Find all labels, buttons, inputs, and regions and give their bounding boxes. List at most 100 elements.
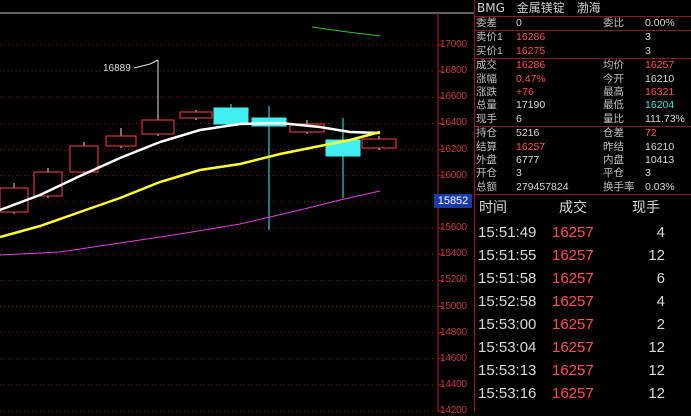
trade-price: 16257: [552, 224, 594, 242]
candle-body: [141, 119, 175, 135]
candle-body: [213, 107, 249, 125]
quote-row: 外盘 6777 内盘 10413: [475, 154, 691, 167]
quote-label: 结算: [476, 140, 497, 153]
quote-value-2: 3: [645, 31, 651, 44]
trade-row[interactable]: 15:52:58 16257 4: [475, 290, 691, 313]
y-tick-label: 15000: [440, 300, 467, 312]
quote-group-bid-ask: 卖价1 16286 3 买价1 16275 3: [475, 30, 691, 58]
quote-label: 涨跌: [476, 85, 497, 98]
quote-label-2: 最高: [603, 85, 624, 98]
candlestick-chart[interactable]: 1700016800166001640016200160001580015600…: [0, 0, 474, 416]
trade-time: 15:52:58: [478, 293, 537, 311]
quote-panel: BMG 金属镁锭 渤海 委差 0 委比 0.00% 卖价1 16286 3 买价1 16275…: [474, 0, 691, 412]
quote-group-position: 持仓 5216 仓差 72 结算 16257 昨结 16210 外盘 6777 内盘 10413 开仓 3…: [475, 126, 691, 194]
quote-value: 3: [516, 167, 522, 180]
y-tick-label: 15200: [440, 274, 467, 286]
ma-top-line: [311, 26, 381, 37]
quote-label: 现手: [476, 112, 497, 125]
quote-value: 5216: [516, 127, 540, 140]
quote-label-2: 今开: [603, 72, 624, 85]
trades-list[interactable]: 15:51:49 16257 4 15:51:55 16257 12 15:51:58 162…: [475, 221, 691, 405]
quote-value-2: 16204: [645, 99, 675, 112]
quote-row: 结算 16257 昨结 16210: [475, 141, 691, 154]
quote-label-2: 仓差: [603, 127, 624, 140]
ma-fast-line: [0, 121, 381, 212]
quote-row: 成交 16286 均价 16257: [475, 59, 691, 72]
trade-row[interactable]: 15:51:49 16257 4: [475, 221, 691, 244]
trade-row[interactable]: 15:53:00 16257 2: [475, 313, 691, 336]
quote-label: 卖价1: [476, 31, 503, 44]
quote-value: 279457824: [516, 180, 569, 193]
trade-time: 15:53:13: [478, 362, 537, 380]
quote-label: 买价1: [476, 44, 503, 57]
quote-value-2: 16257: [645, 59, 675, 72]
quote-row: 持仓 5216 仓差 72: [475, 127, 691, 140]
trade-time: 15:53:00: [478, 316, 537, 334]
quote-value-2: 16210: [645, 72, 675, 85]
trade-price: 16257: [552, 339, 594, 357]
trade-row[interactable]: 15:53:16 16257 12: [475, 382, 691, 405]
y-tick-label: 14400: [440, 378, 467, 390]
quote-value: 6777: [516, 153, 540, 166]
trade-time: 15:51:55: [478, 247, 537, 265]
quote-label: 总额: [476, 180, 497, 193]
quote-row: 委差 0 委比 0.00%: [475, 17, 691, 30]
peak-leader-line: [133, 59, 159, 69]
y-tick-label: 16800: [440, 65, 467, 77]
quote-group-commission: 委差 0 委比 0.00%: [475, 17, 691, 30]
chart-svg: [0, 12, 474, 412]
trade-volume: 6: [656, 270, 665, 288]
quote-label: 涨幅: [476, 72, 497, 85]
candle-body: [69, 145, 99, 173]
quote-label: 开仓: [476, 167, 497, 180]
trade-price: 16257: [552, 385, 594, 403]
quote-label: 委差: [476, 17, 497, 29]
trade-volume: 2: [656, 316, 665, 334]
trade-row[interactable]: 15:53:04 16257 12: [475, 336, 691, 359]
quote-label: 外盘: [476, 153, 497, 166]
y-tick-label: 15400: [440, 248, 467, 260]
quote-label-2: 委比: [603, 17, 624, 29]
trade-volume: 12: [648, 385, 665, 403]
quote-row: 卖价1 16286 3: [475, 31, 691, 44]
quote-value-2: 0.00%: [645, 17, 675, 29]
candle-body: [361, 138, 397, 149]
y-tick-label: 14600: [440, 352, 467, 364]
quote-value-2: 111.73%: [645, 112, 685, 125]
candles: [0, 59, 397, 230]
quote-row: 涨幅 0.47% 今开 16210: [475, 73, 691, 86]
trade-time: 15:53:04: [478, 339, 537, 357]
instrument-code: BMG: [477, 1, 505, 15]
y-tick-label: 16200: [440, 143, 467, 155]
quote-row: 开仓 3 平仓 3: [475, 167, 691, 180]
quote-value-2: 3: [645, 167, 651, 180]
trades-header: 时间 成交 现手: [475, 194, 691, 221]
quote-label: 总量: [476, 99, 497, 112]
quote-label: 成交: [476, 59, 497, 72]
quote-value-2: 3: [645, 44, 651, 57]
trade-row[interactable]: 15:53:13 16257 12: [475, 359, 691, 382]
y-tick-label: 16600: [440, 91, 467, 103]
trades-header-time: 时间: [479, 200, 507, 217]
trades-header-vol: 现手: [632, 200, 660, 217]
moving-average-lines: [0, 26, 381, 256]
quote-row: 涨跌 +76 最高 16321: [475, 86, 691, 99]
quote-label-2: 量比: [603, 112, 624, 125]
candle-body: [105, 135, 137, 147]
y-tick-label: 14200: [440, 405, 467, 416]
ma-slow-line: [0, 190, 381, 256]
quote-row: 现手 6 量比 111.73%: [475, 113, 691, 126]
quote-label-2: 换手率: [603, 180, 635, 193]
quote-label-2: 平仓: [603, 167, 624, 180]
trade-volume: 4: [656, 293, 665, 311]
trade-row[interactable]: 15:51:55 16257 12: [475, 244, 691, 267]
quote-label: 持仓: [476, 127, 497, 140]
y-tick-label: 14800: [440, 326, 467, 338]
quote-label-2: 昨结: [603, 140, 624, 153]
y-tick-label: 16000: [440, 169, 467, 181]
quote-value-2: 72: [645, 127, 657, 140]
trade-row[interactable]: 15:51:58 16257 6: [475, 267, 691, 290]
y-tick-label: 16400: [440, 117, 467, 129]
trade-volume: 12: [648, 362, 665, 380]
trade-time: 15:51:49: [478, 224, 537, 242]
